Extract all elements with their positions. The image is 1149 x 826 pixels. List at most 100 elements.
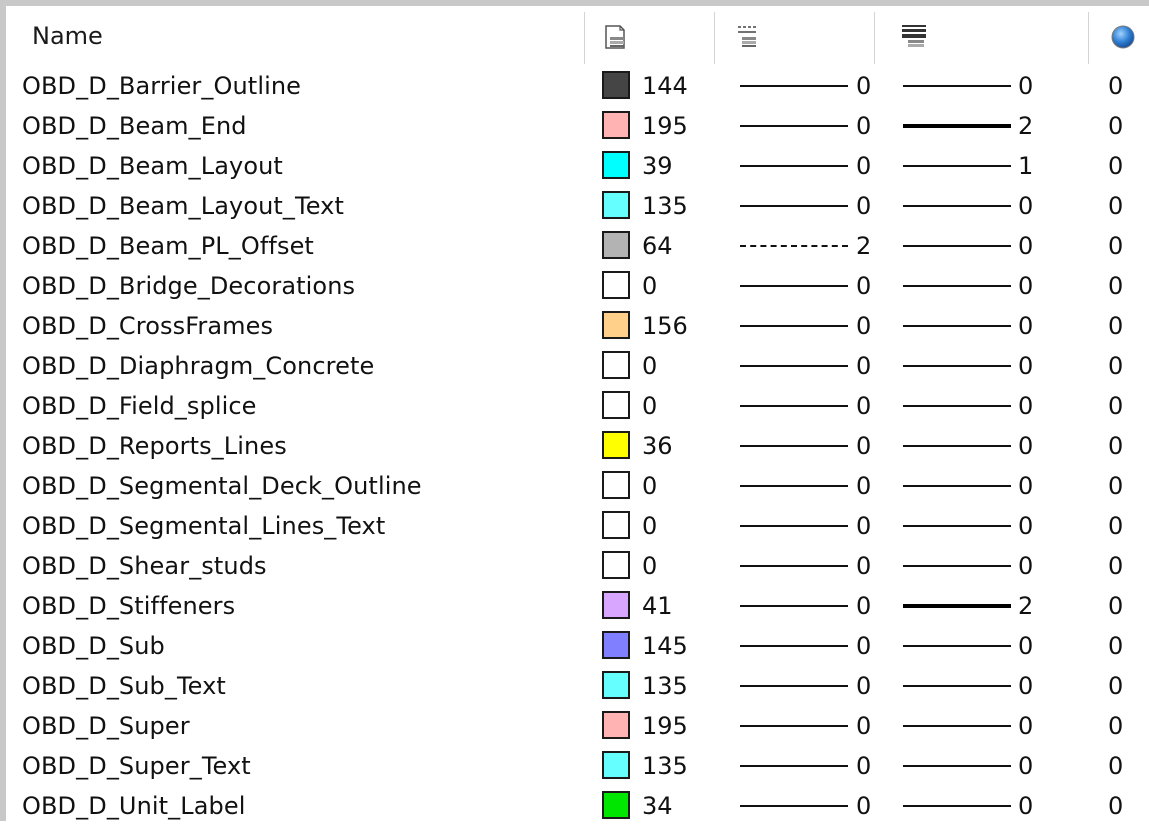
transparency-value[interactable]: 0 [1108,472,1123,500]
color-number[interactable]: 36 [642,432,673,460]
line-weight-sample[interactable] [903,124,1011,128]
level-name[interactable]: OBD_D_Barrier_Outline [22,72,301,100]
line-weight-sample[interactable] [903,645,1011,647]
line-style-number[interactable]: 0 [856,712,871,740]
table-row[interactable]: OBD_D_Shear_studs 0 0 0 0 [0,546,1149,586]
level-name[interactable]: OBD_D_Beam_Layout_Text [22,192,344,220]
line-weight-number[interactable]: 0 [1018,72,1033,100]
line-weight-number[interactable]: 0 [1018,672,1033,700]
table-row[interactable]: OBD_D_Bridge_Decorations 0 0 0 0 [0,266,1149,306]
table-row[interactable]: OBD_D_Beam_PL_Offset 64 2 0 0 [0,226,1149,266]
color-swatch[interactable] [602,591,630,619]
color-swatch[interactable] [602,151,630,179]
line-style-sample[interactable] [740,685,848,687]
column-divider[interactable] [584,12,585,64]
line-weight-number[interactable]: 0 [1018,552,1033,580]
line-style-sample[interactable] [740,605,848,607]
line-weight-number[interactable]: 0 [1018,232,1033,260]
line-weight-sample[interactable] [903,325,1011,327]
transparency-value[interactable]: 0 [1108,672,1123,700]
line-style-number[interactable]: 0 [856,152,871,180]
level-name[interactable]: OBD_D_Sub [22,632,165,660]
line-weight-sample[interactable] [903,405,1011,407]
level-name[interactable]: OBD_D_Super [22,712,190,740]
color-number[interactable]: 0 [642,512,657,540]
line-style-number[interactable]: 0 [856,592,871,620]
level-name[interactable]: OBD_D_Stiffeners [22,592,235,620]
line-style-number[interactable]: 0 [856,472,871,500]
color-number[interactable]: 135 [642,672,688,700]
line-weight-number[interactable]: 0 [1018,272,1033,300]
color-swatch[interactable] [602,431,630,459]
color-number[interactable]: 0 [642,552,657,580]
line-weight-number[interactable]: 0 [1018,392,1033,420]
table-row[interactable]: OBD_D_Unit_Label 34 0 0 0 [0,786,1149,826]
level-name[interactable]: OBD_D_Beam_PL_Offset [22,232,314,260]
line-style-sample[interactable] [740,645,848,647]
line-weight-sample[interactable] [903,765,1011,767]
table-row[interactable]: OBD_D_Sub_Text 135 0 0 0 [0,666,1149,706]
color-number[interactable]: 0 [642,352,657,380]
transparency-value[interactable]: 0 [1108,152,1123,180]
column-divider[interactable] [1088,12,1089,64]
color-swatch[interactable] [602,631,630,659]
line-weight-number[interactable]: 2 [1018,112,1033,140]
transparency-value[interactable]: 0 [1108,272,1123,300]
line-weight-sample[interactable] [903,565,1011,567]
line-style-number[interactable]: 0 [856,312,871,340]
color-number[interactable]: 156 [642,312,688,340]
line-style-sample[interactable] [740,285,848,287]
level-name[interactable]: OBD_D_Bridge_Decorations [22,272,355,300]
column-divider[interactable] [874,12,875,64]
line-style-sample[interactable] [740,525,848,527]
level-name[interactable]: OBD_D_Beam_End [22,112,247,140]
line-weight-sample[interactable] [903,365,1011,367]
line-style-number[interactable]: 0 [856,392,871,420]
level-name[interactable]: OBD_D_CrossFrames [22,312,273,340]
table-row[interactable]: OBD_D_Reports_Lines 36 0 0 0 [0,426,1149,466]
line-weight-number[interactable]: 1 [1018,152,1033,180]
line-weight-sample[interactable] [903,725,1011,727]
line-weight-icon[interactable] [900,24,928,50]
transparency-value[interactable]: 0 [1108,72,1123,100]
transparency-value[interactable]: 0 [1108,792,1123,820]
transparency-value[interactable]: 0 [1108,752,1123,780]
line-weight-sample[interactable] [903,205,1011,207]
transparency-value[interactable]: 0 [1108,232,1123,260]
table-row[interactable]: OBD_D_Barrier_Outline 144 0 0 0 [0,66,1149,106]
color-number[interactable]: 41 [642,592,673,620]
level-name[interactable]: OBD_D_Beam_Layout [22,152,283,180]
transparency-value[interactable]: 0 [1108,312,1123,340]
color-number[interactable]: 145 [642,632,688,660]
line-style-sample[interactable] [740,725,848,727]
transparency-value[interactable]: 0 [1108,432,1123,460]
transparency-value[interactable]: 0 [1108,592,1123,620]
column-divider[interactable] [714,12,715,64]
table-row[interactable]: OBD_D_CrossFrames 156 0 0 0 [0,306,1149,346]
table-row[interactable]: OBD_D_Field_splice 0 0 0 0 [0,386,1149,426]
color-swatch[interactable] [602,391,630,419]
line-weight-number[interactable]: 0 [1018,352,1033,380]
transparency-value[interactable]: 0 [1108,112,1123,140]
line-weight-number[interactable]: 0 [1018,312,1033,340]
line-style-sample[interactable] [740,445,848,447]
color-swatch[interactable] [602,271,630,299]
line-style-number[interactable]: 0 [856,752,871,780]
line-style-sample[interactable] [740,245,848,247]
line-weight-sample[interactable] [903,285,1011,287]
level-name[interactable]: OBD_D_Reports_Lines [22,432,287,460]
level-name[interactable]: OBD_D_Shear_studs [22,552,267,580]
color-number[interactable]: 195 [642,112,688,140]
line-weight-number[interactable]: 0 [1018,432,1033,460]
line-style-number[interactable]: 0 [856,352,871,380]
color-number[interactable]: 0 [642,272,657,300]
table-row[interactable]: OBD_D_Stiffeners 41 0 2 0 [0,586,1149,626]
line-style-sample[interactable] [740,125,848,127]
line-style-number[interactable]: 2 [856,232,871,260]
line-style-number[interactable]: 0 [856,432,871,460]
line-style-sample[interactable] [740,405,848,407]
color-swatch[interactable] [602,711,630,739]
color-number[interactable]: 135 [642,192,688,220]
table-row[interactable]: OBD_D_Beam_Layout_Text 135 0 0 0 [0,186,1149,226]
transparency-value[interactable]: 0 [1108,512,1123,540]
